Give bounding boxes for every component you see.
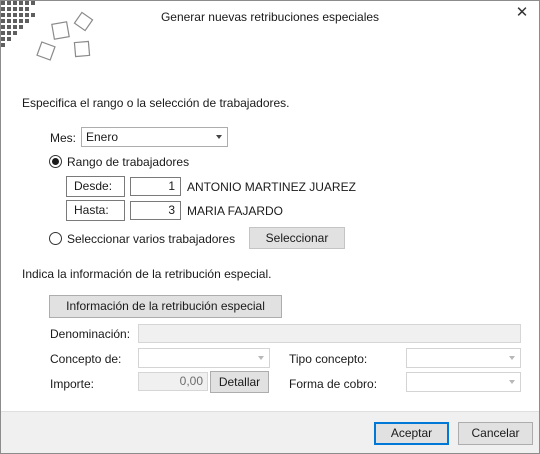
forma-cobro-select[interactable] [406,372,521,392]
concepto-select[interactable] [138,348,270,368]
tipo-concepto-select[interactable] [406,348,521,368]
hasta-label: Hasta: [66,200,125,221]
rango-label[interactable]: Rango de trabajadores [67,155,189,169]
chevron-down-icon [509,380,515,384]
cancel-button[interactable]: Cancelar [458,422,533,445]
denominacion-label: Denominación: [50,327,131,341]
chevron-down-icon [258,356,264,360]
denominacion-input[interactable] [138,324,521,343]
range-heading: Especifica el rango o la selección de tr… [22,96,290,110]
hasta-input[interactable]: 3 [130,201,181,220]
accept-button[interactable]: Aceptar [374,422,449,445]
importe-label: Importe: [50,377,95,391]
mes-select-value: Enero [86,130,119,144]
seleccionar-button[interactable]: Seleccionar [249,227,345,249]
concepto-label: Concepto de: [50,352,122,366]
tipo-concepto-label: Tipo concepto: [289,352,368,366]
dialog-window: Generar nuevas retribuciones especiales … [0,0,540,454]
chevron-down-icon [216,135,222,139]
varios-label[interactable]: Seleccionar varios trabajadores [67,232,235,246]
detallar-button[interactable]: Detallar [210,371,269,393]
chevron-down-icon [509,356,515,360]
info-retribucion-button[interactable]: Información de la retribución especial [49,295,282,318]
varios-radio[interactable] [49,232,62,245]
desde-input[interactable]: 1 [130,177,181,196]
desde-label: Desde: [66,176,125,197]
desde-name: ANTONIO MARTINEZ JUAREZ [187,180,356,194]
hasta-name: MARIA FAJARDO [187,204,284,218]
importe-input[interactable]: 0,00 [138,372,208,391]
dialog-title: Generar nuevas retribuciones especiales [160,10,380,24]
rango-radio[interactable] [49,155,62,168]
dialog-footer: Aceptar Cancelar [1,411,539,453]
close-icon[interactable]: ✕ [513,4,531,22]
forma-cobro-label: Forma de cobro: [289,377,378,391]
mes-label: Mes: [50,131,77,145]
mes-select[interactable]: Enero [81,127,228,147]
retribution-heading: Indica la información de la retribución … [22,267,272,281]
